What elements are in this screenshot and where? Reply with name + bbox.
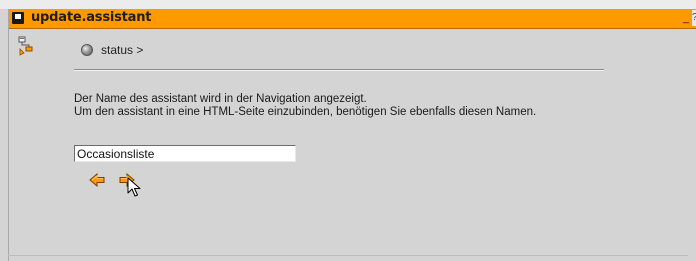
desktop-strip	[0, 0, 696, 9]
description-line-1: Der Name des assistant wird in der Navig…	[74, 93, 367, 105]
window-bottom-edge	[8, 255, 688, 256]
description-text: Der Name des assistant wird in der Navig…	[74, 93, 536, 119]
breadcrumb-status-link[interactable]: status >	[101, 43, 143, 57]
assistant-window: update.assistant _ ? status > Der Name d…	[8, 9, 696, 261]
minimize-button[interactable]: _	[683, 11, 689, 25]
window-title: update.assistant	[31, 10, 152, 25]
description-line-2: Um den assistant in eine HTML-Seite einz…	[74, 106, 537, 118]
window-icon[interactable]	[12, 12, 24, 24]
help-button[interactable]: ?	[692, 10, 696, 26]
mouse-pointer-icon	[127, 177, 141, 197]
assistant-hierarchy-icon[interactable]	[17, 36, 33, 56]
status-ball-icon	[81, 44, 93, 56]
breadcrumb[interactable]: status >	[81, 42, 143, 58]
arrow-left-icon[interactable]	[89, 173, 105, 187]
assistant-name-input[interactable]	[74, 145, 296, 162]
divider	[74, 69, 604, 71]
title-bar[interactable]: update.assistant _ ?	[9, 9, 696, 29]
